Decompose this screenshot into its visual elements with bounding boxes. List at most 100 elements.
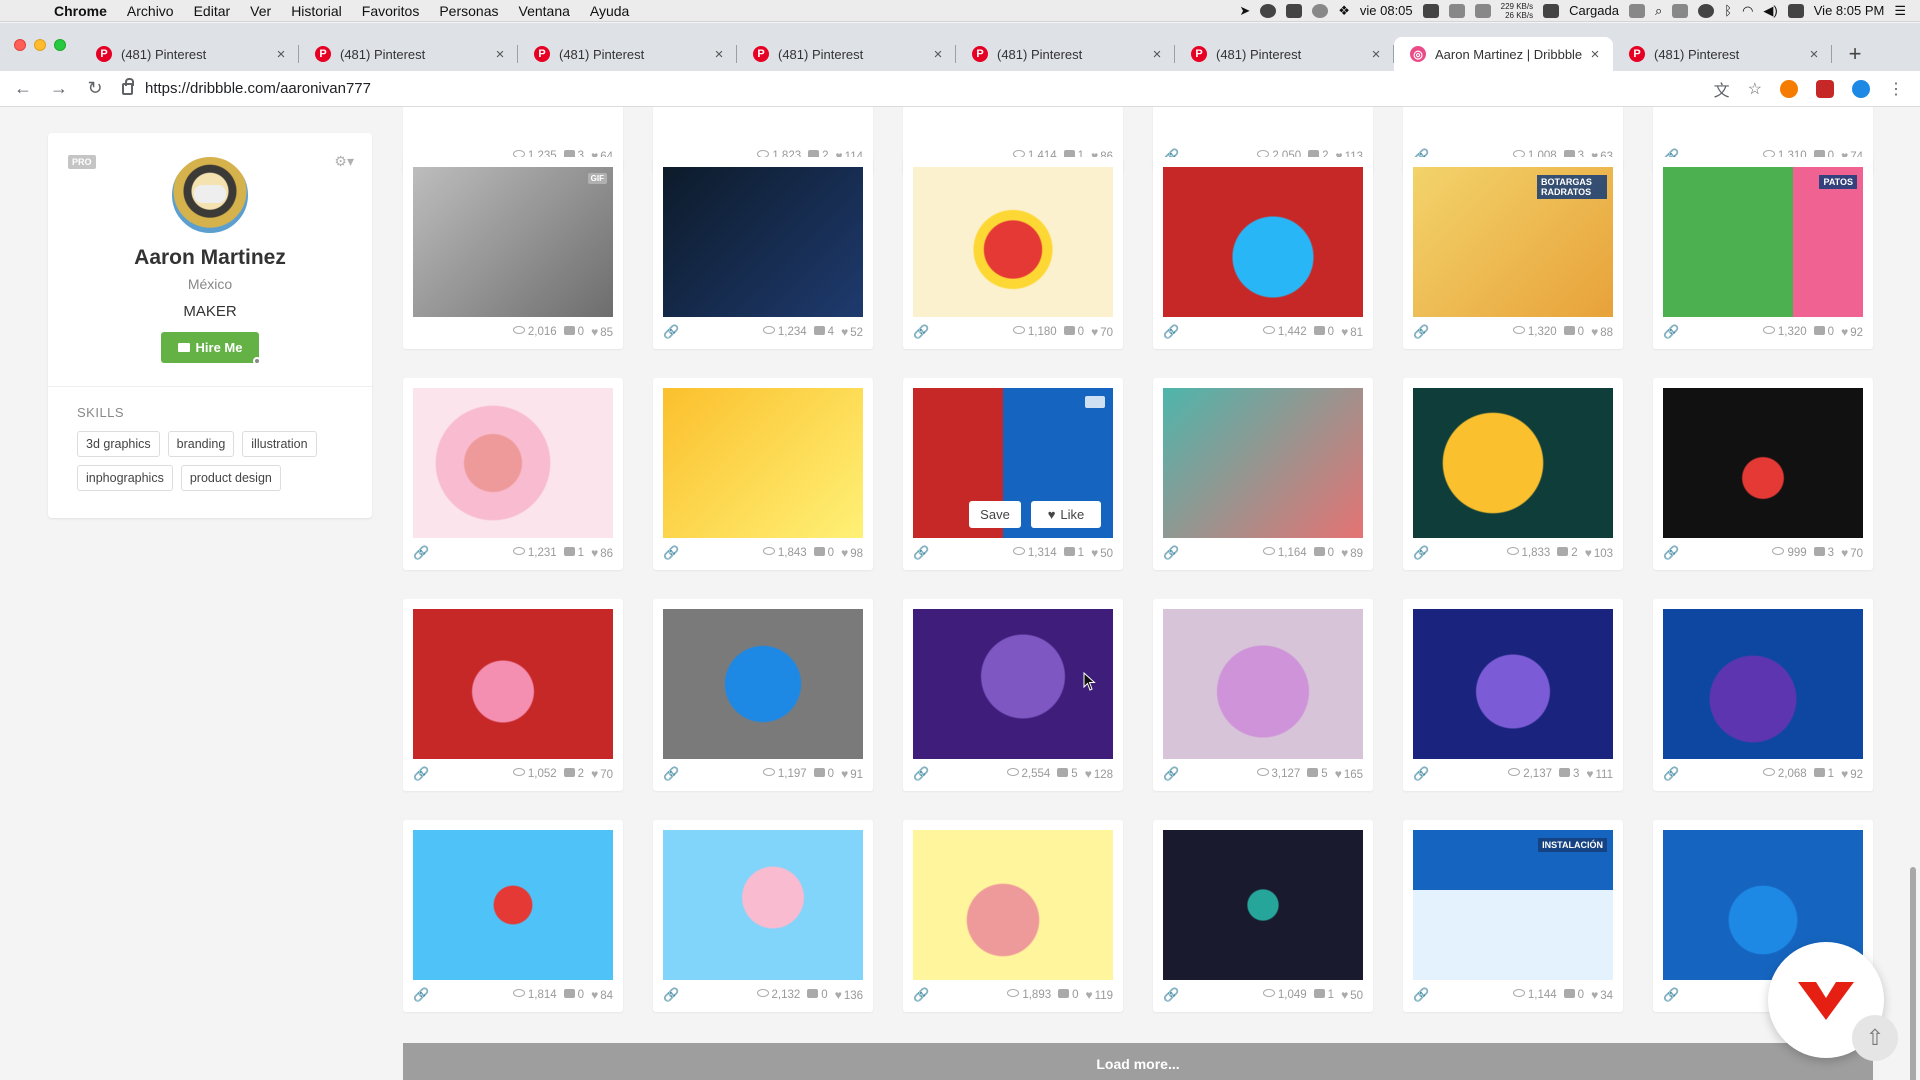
- link-icon[interactable]: 🔗: [913, 766, 929, 782]
- skill-tag[interactable]: branding: [167, 431, 235, 457]
- shot-card[interactable]: INSTALACIÓN 🔗 1,144 0 ♥ 34: [1403, 820, 1623, 1012]
- airplay-icon[interactable]: [1672, 3, 1689, 18]
- shot-thumbnail[interactable]: [413, 388, 613, 538]
- shot-thumbnail[interactable]: [1413, 609, 1613, 759]
- bluetooth-icon[interactable]: ᛒ: [1724, 3, 1732, 18]
- shot-card[interactable]: GIF 2,016 0 ♥ 85: [403, 157, 623, 349]
- likes-count[interactable]: ♥ 119: [1086, 988, 1113, 1002]
- shot-thumbnail[interactable]: [913, 167, 1113, 317]
- gear-icon[interactable]: ⚙▾: [334, 153, 354, 170]
- likes-count[interactable]: ♥86: [591, 546, 613, 560]
- menu-app-name[interactable]: Chrome: [54, 3, 107, 19]
- close-tab-icon[interactable]: ×: [711, 46, 727, 63]
- shot-thumbnail[interactable]: [913, 830, 1113, 980]
- menu-date-short[interactable]: vie 08:05: [1360, 3, 1413, 18]
- shot-card[interactable]: 🔗 1,442 0 ♥ 81: [1153, 157, 1373, 349]
- likes-count[interactable]: ♥ 103: [1585, 546, 1613, 560]
- link-icon[interactable]: 🔗: [663, 545, 679, 561]
- menu-editar[interactable]: Editar: [194, 3, 231, 19]
- battery-icon[interactable]: [1787, 3, 1804, 18]
- menu-ver[interactable]: Ver: [250, 3, 271, 19]
- link-icon[interactable]: 🔗: [663, 987, 679, 1003]
- likes-count[interactable]: ♥ 128: [1085, 767, 1113, 781]
- link-icon[interactable]: 🔗: [413, 766, 429, 782]
- likes-count[interactable]: ♥ 88: [1591, 325, 1613, 339]
- load-more-button[interactable]: Load more...: [403, 1043, 1873, 1080]
- likes-count[interactable]: ♥ 81: [1341, 325, 1363, 339]
- monitor-icon[interactable]: [1422, 3, 1439, 18]
- shot-thumbnail[interactable]: [1413, 388, 1613, 538]
- likes-count[interactable]: ♥ 84: [591, 988, 613, 1002]
- shot-thumbnail[interactable]: [663, 388, 863, 538]
- shot-card[interactable]: 🔗 1,049 1 ♥ 50: [1153, 820, 1373, 1012]
- notification-center-icon[interactable]: ☰: [1894, 3, 1906, 19]
- shot-card[interactable]: 🔗 1,843 0 ♥ 98: [653, 378, 873, 570]
- link-icon[interactable]: 🔗: [1663, 987, 1679, 1003]
- creative-cloud-icon[interactable]: [1312, 3, 1329, 18]
- link-icon[interactable]: 🔗: [1163, 324, 1179, 340]
- sim-icon[interactable]: [1448, 3, 1465, 18]
- shot-thumbnail[interactable]: [1163, 167, 1363, 317]
- battery-label[interactable]: Cargada: [1569, 3, 1619, 18]
- likes-count[interactable]: ♥ 92: [1841, 325, 1863, 339]
- skill-tag[interactable]: inphographics: [77, 465, 173, 491]
- shot-card[interactable]: 🔗 1,164 0 ♥ 89: [1153, 378, 1373, 570]
- shot-thumbnail[interactable]: PATOS: [1663, 167, 1863, 317]
- shot-thumbnail[interactable]: [413, 830, 613, 980]
- skill-tag[interactable]: 3d graphics: [77, 431, 160, 457]
- tab-pinterest-2[interactable]: P (481) Pinterest ×: [299, 37, 518, 71]
- shot-thumbnail[interactable]: [1663, 388, 1863, 538]
- shot-thumbnail[interactable]: [1163, 830, 1363, 980]
- tab-pinterest-4[interactable]: P (481) Pinterest ×: [737, 37, 956, 71]
- likes-count[interactable]: ♥ 111: [1586, 767, 1613, 781]
- likes-count[interactable]: ♥ 34: [1591, 988, 1613, 1002]
- shot-thumbnail[interactable]: [663, 167, 863, 317]
- link-icon[interactable]: 🔗: [663, 766, 679, 782]
- likes-count[interactable]: ♥ 85: [591, 325, 613, 339]
- link-icon[interactable]: 🔗: [1413, 324, 1429, 340]
- close-window-button[interactable]: [14, 39, 26, 51]
- tab-pinterest-6[interactable]: P (481) Pinterest ×: [1175, 37, 1394, 71]
- location-arrow-icon[interactable]: ➤: [1239, 3, 1250, 19]
- skill-tag[interactable]: illustration: [242, 431, 317, 457]
- menu-personas[interactable]: Personas: [439, 3, 498, 19]
- wifi-icon[interactable]: ◠: [1742, 3, 1753, 19]
- reload-button[interactable]: ↻: [82, 76, 108, 102]
- link-icon[interactable]: 🔗: [1663, 324, 1679, 340]
- link-icon[interactable]: 🔗: [913, 545, 929, 561]
- tab-pinterest-3[interactable]: P (481) Pinterest ×: [518, 37, 737, 71]
- hire-me-button[interactable]: Hire Me: [161, 332, 259, 363]
- shot-card[interactable]: 🔗 1,197 0 ♥ 91: [653, 599, 873, 791]
- shot-card[interactable]: Save ♥ Like 🔗 1,314 1 ♥ 50: [903, 378, 1123, 570]
- likes-count[interactable]: ♥ 136: [835, 988, 863, 1002]
- shot-thumbnail[interactable]: Save ♥ Like: [913, 388, 1113, 538]
- back-button[interactable]: ←: [10, 76, 36, 102]
- shot-card[interactable]: 🔗 2,554 5 ♥ 128: [903, 599, 1123, 791]
- link-icon[interactable]: 🔗: [913, 987, 929, 1003]
- shot-thumbnail[interactable]: GIF: [413, 167, 613, 317]
- shot-card[interactable]: 🔗 1,234 4 ♥ 52: [653, 157, 873, 349]
- back-to-top-button[interactable]: ⇧: [1852, 1015, 1898, 1061]
- likes-count[interactable]: ♥ 98: [841, 546, 863, 560]
- dropbox-icon[interactable]: ❖: [1338, 3, 1350, 19]
- likes-count[interactable]: ♥ 165: [1335, 767, 1363, 781]
- avatar[interactable]: [170, 155, 250, 235]
- profile-avatar-icon[interactable]: [1852, 79, 1870, 98]
- shot-thumbnail[interactable]: BOTARGAS RADRATOS: [1413, 167, 1613, 317]
- eye-menu-icon[interactable]: [1628, 3, 1645, 18]
- menu-favoritos[interactable]: Favoritos: [362, 3, 420, 19]
- minimize-window-button[interactable]: [34, 39, 46, 51]
- shot-card[interactable]: 🔗 1,833 2 ♥ 103: [1403, 378, 1623, 570]
- link-icon[interactable]: 🔗: [413, 545, 429, 561]
- likes-count[interactable]: ♥ 50: [1341, 988, 1363, 1002]
- screen-icon[interactable]: [1286, 3, 1303, 18]
- link-icon[interactable]: 🔗: [913, 324, 929, 340]
- close-tab-icon[interactable]: ×: [492, 46, 508, 63]
- shot-thumbnail[interactable]: [663, 830, 863, 980]
- likes-count[interactable]: ♥ 70: [1841, 546, 1863, 560]
- likes-count[interactable]: ♥ 91: [841, 767, 863, 781]
- menu-historial[interactable]: Historial: [291, 3, 342, 19]
- close-tab-icon[interactable]: ×: [1149, 46, 1165, 63]
- shot-card[interactable]: 🔗 999 3 ♥ 70: [1653, 378, 1873, 570]
- close-tab-icon[interactable]: ×: [1806, 46, 1822, 63]
